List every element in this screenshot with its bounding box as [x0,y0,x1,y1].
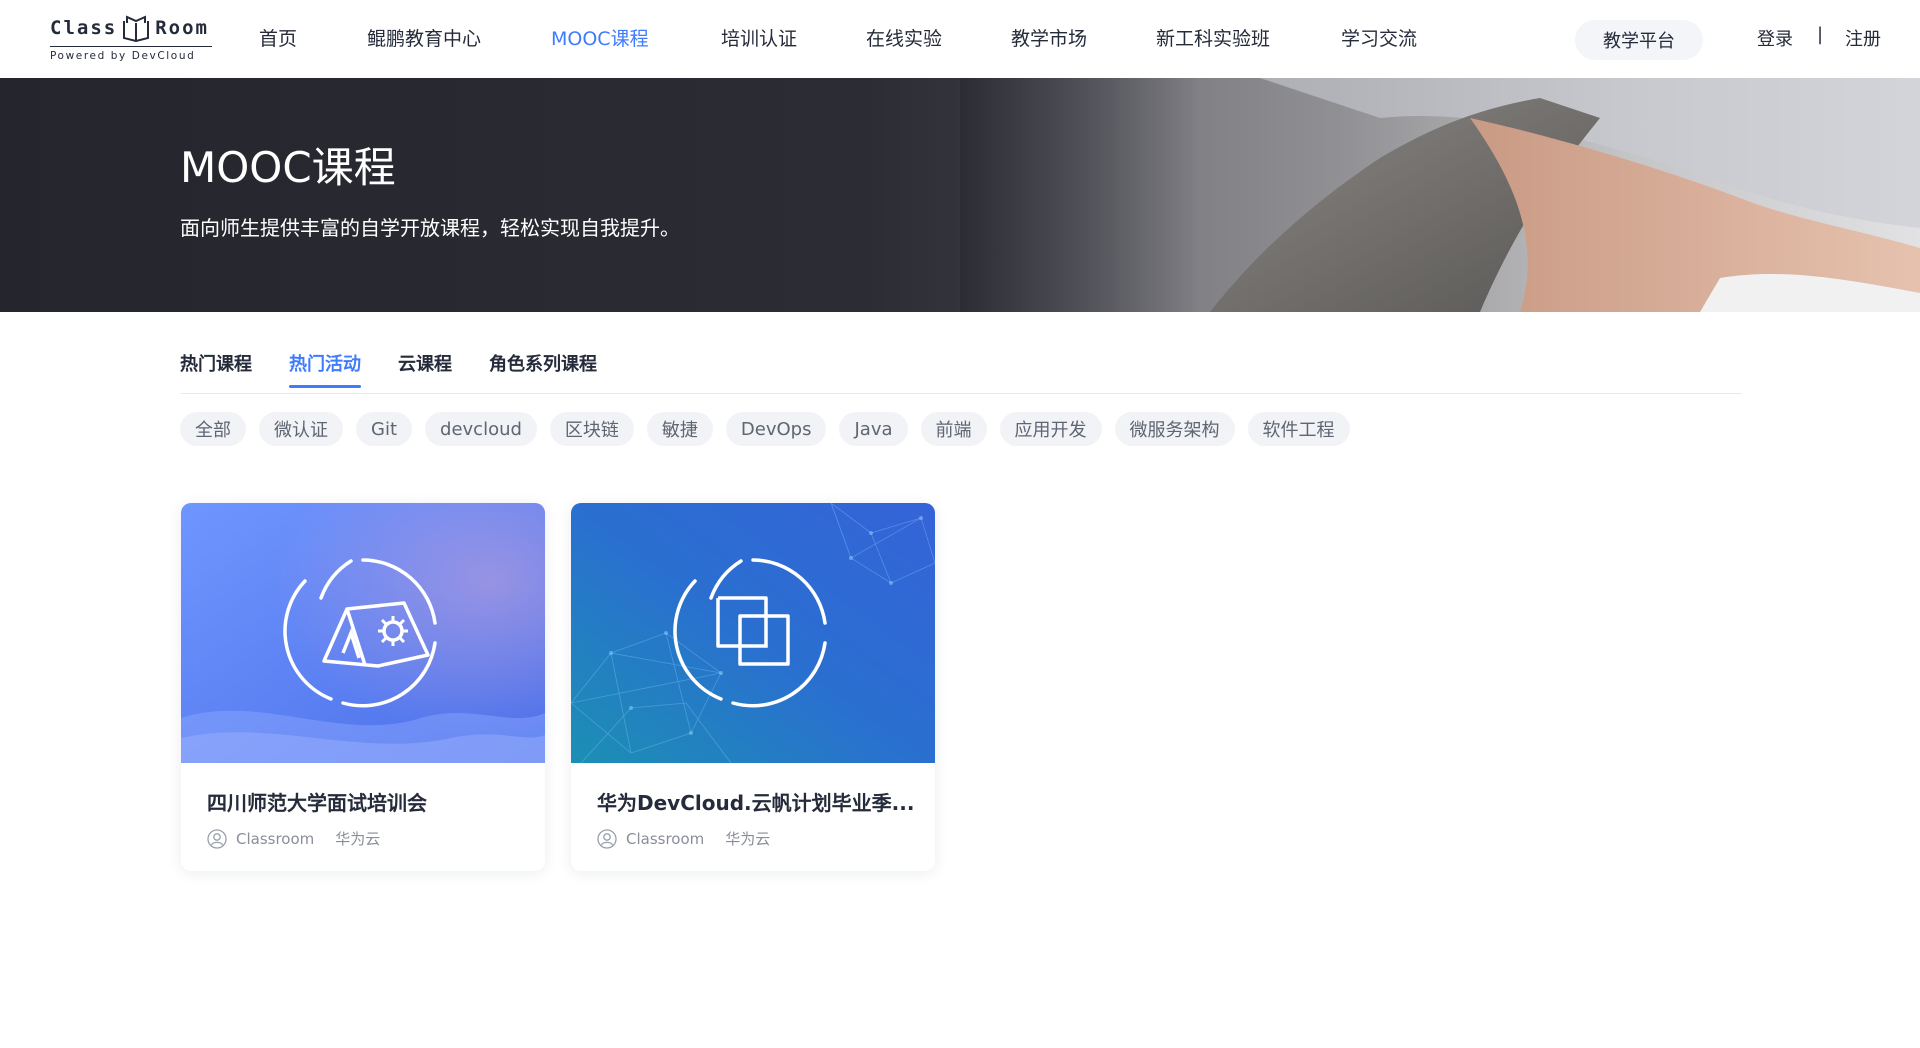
tag-all[interactable]: 全部 [180,412,246,446]
top-navigation-bar: Class Room Powered by DevCloud 首页 鲲鹏教育中心… [0,0,1920,78]
tab-cloud-courses[interactable]: 云课程 [398,350,452,376]
auth-separator: | [1817,24,1824,45]
nav-item-new-engineering-class[interactable]: 新工科实验班 [1156,24,1270,51]
logo-word-left: Class [50,17,118,39]
teaching-platform-button[interactable]: 教学平台 [1575,20,1703,60]
course-card[interactable]: 四川师范大学面试培训会 Classroom 华为云 [181,503,545,871]
course-organization: 华为云 [335,830,381,848]
tag-blockchain[interactable]: 区块链 [549,412,634,446]
tag-micro-certification[interactable]: 微认证 [259,412,343,446]
nav-item-kunpeng-education[interactable]: 鲲鹏教育中心 [367,24,481,51]
course-cover-image [571,503,935,763]
page-title: MOOC课程 [180,143,396,192]
nav-item-online-lab[interactable]: 在线实验 [866,24,942,51]
nav-item-teaching-market[interactable]: 教学市场 [1011,24,1087,51]
logo-subtitle: Powered by DevCloud [50,46,212,62]
course-category-tabs: 热门课程 热门活动 云课程 角色系列课程 [180,350,1742,394]
nav-item-learning-exchange[interactable]: 学习交流 [1341,24,1417,51]
register-link[interactable]: 注册 [1845,25,1881,51]
tag-microservices[interactable]: 微服务架构 [1114,412,1235,446]
nav-item-home[interactable]: 首页 [259,24,297,51]
nav-item-training-certification[interactable]: 培训认证 [721,24,797,51]
logo-word-right: Room [155,17,209,39]
login-link[interactable]: 登录 [1757,25,1793,51]
course-title[interactable]: 四川师范大学面试培训会 [207,787,525,816]
course-organization: 华为云 [725,830,771,848]
page-banner: MOOC课程 面向师生提供丰富的自学开放课程，轻松实现自我提升。 [0,78,1920,312]
page-subtitle: 面向师生提供丰富的自学开放课程，轻松实现自我提升。 [180,216,680,240]
tag-software-engineering[interactable]: 软件工程 [1247,412,1350,446]
tab-role-series-courses[interactable]: 角色系列课程 [489,350,597,376]
book-icon [123,15,150,42]
tag-java[interactable]: Java [839,412,908,446]
course-author: Classroom [236,829,315,848]
course-title[interactable]: 华为DevCloud.云帆计划毕业季... [597,787,915,816]
tag-git[interactable]: Git [356,412,413,446]
tag-devcloud[interactable]: devcloud [425,412,537,446]
tag-filter-list: 全部 微认证 Git devcloud 区块链 敏捷 DevOps Java 前… [180,412,1350,446]
course-card[interactable]: 华为DevCloud.云帆计划毕业季... Classroom 华为云 [571,503,935,871]
user-avatar-icon [597,828,617,849]
tag-frontend[interactable]: 前端 [920,412,987,446]
tab-hot-activities[interactable]: 热门活动 [289,350,361,388]
user-avatar-icon [207,828,227,849]
course-author: Classroom [626,829,705,848]
classroom-logo[interactable]: Class Room Powered by DevCloud [50,12,212,66]
banner-hands-typing-image [960,78,1920,312]
tab-hot-courses[interactable]: 热门课程 [180,350,252,376]
course-meta: Classroom 华为云 [207,828,380,849]
tag-agile[interactable]: 敏捷 [646,412,713,446]
course-meta: Classroom 华为云 [597,828,770,849]
tag-app-development[interactable]: 应用开发 [999,412,1102,446]
nav-item-mooc[interactable]: MOOC课程 [551,24,649,51]
tag-devops[interactable]: DevOps [725,412,827,446]
course-cover-image [181,503,545,763]
